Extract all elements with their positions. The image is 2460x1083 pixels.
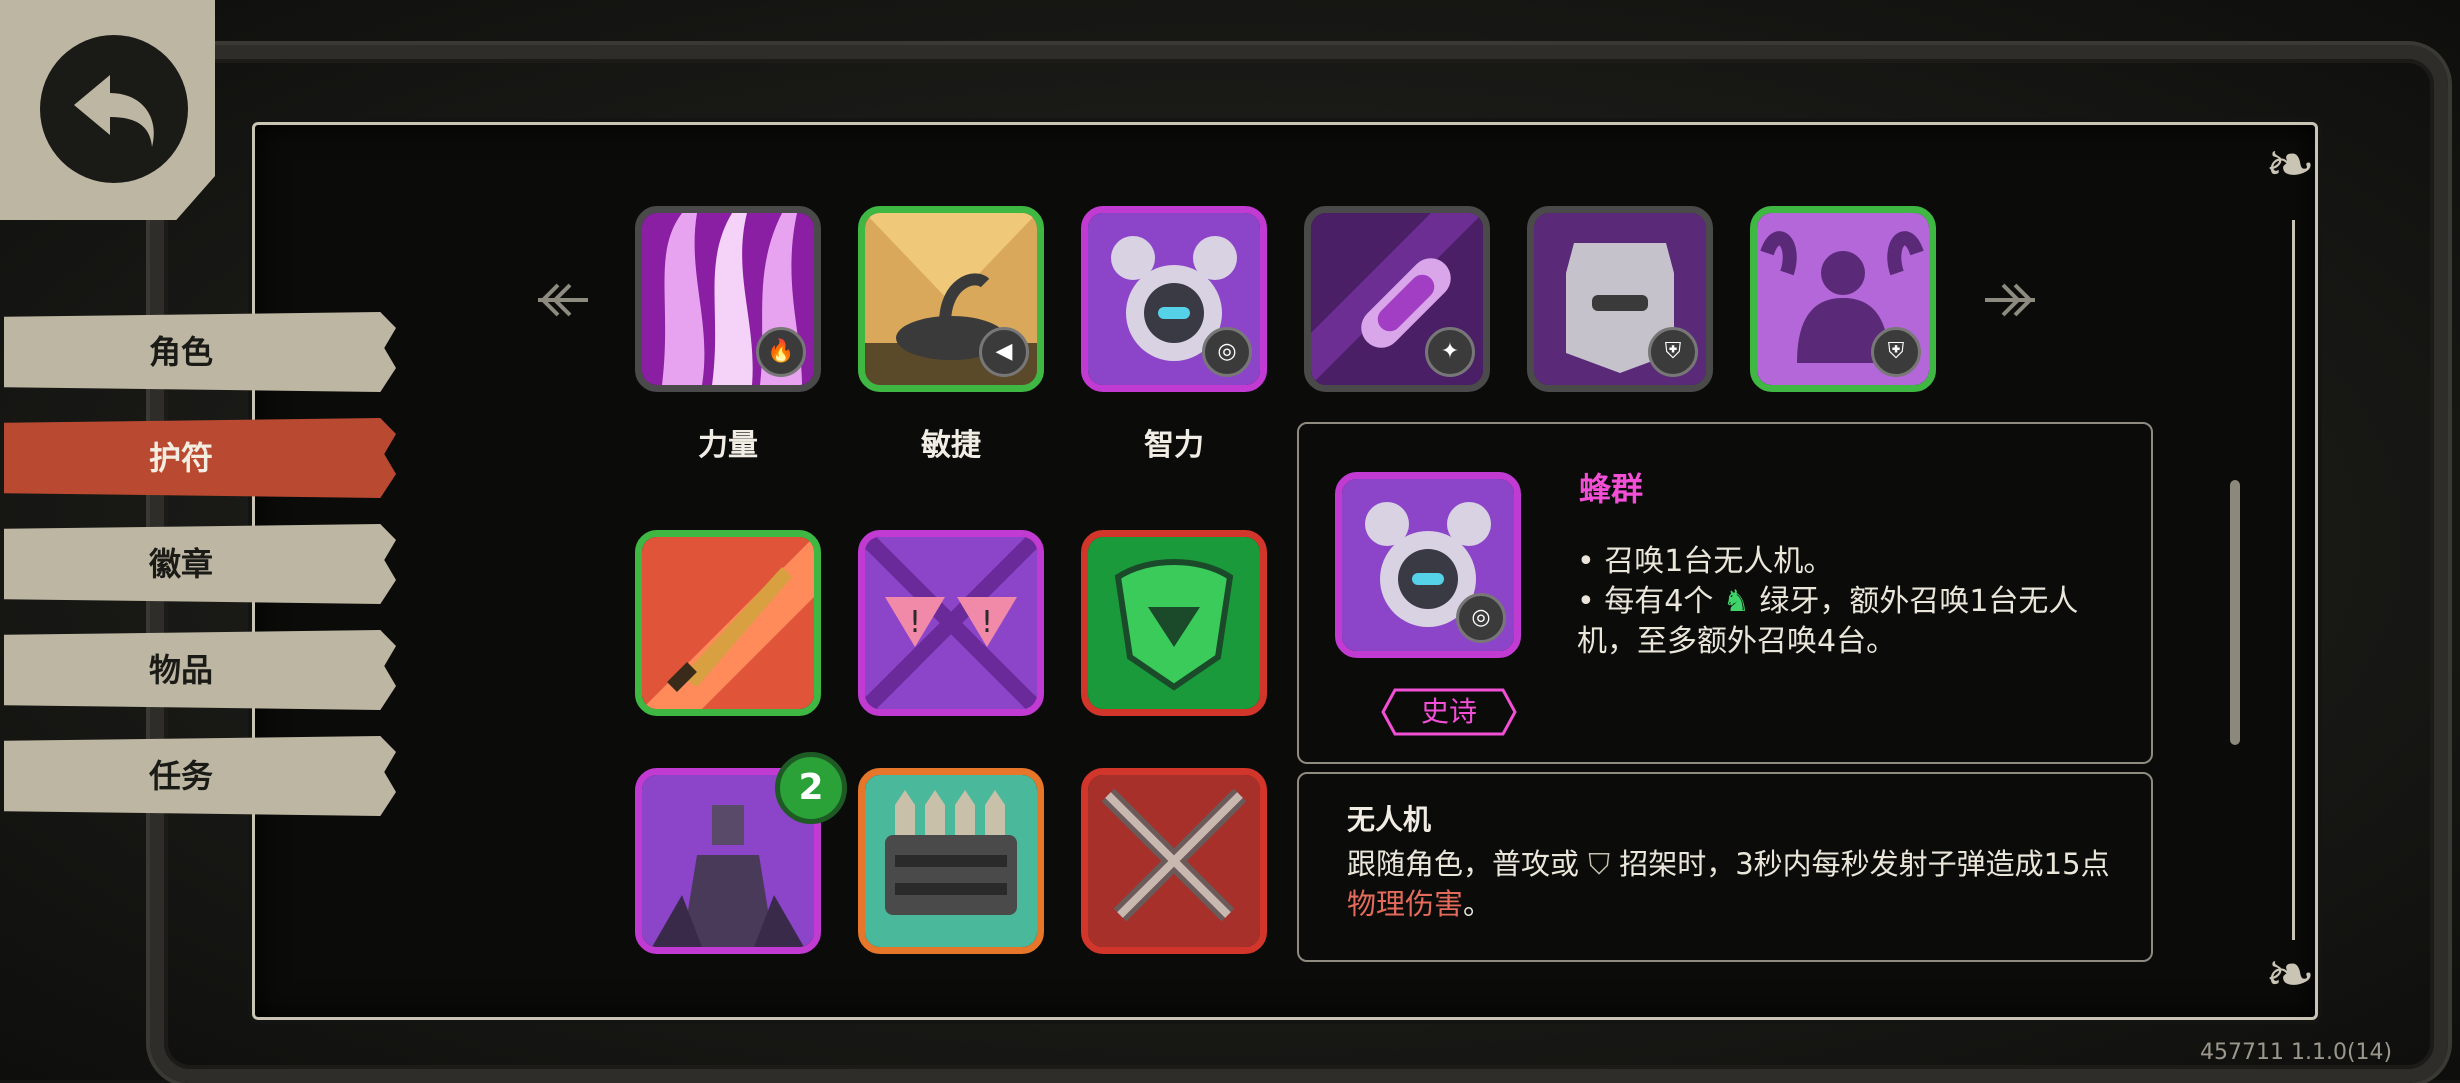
tooltip-line: • 召唤1台无人机。 bbox=[1577, 544, 1834, 579]
amulet-tile[interactable] bbox=[1081, 768, 1267, 954]
amulet-tile-intelligence[interactable]: ◎ bbox=[1081, 206, 1267, 392]
svg-text:!: ! bbox=[981, 605, 993, 640]
green-fang-icon: ♞ bbox=[1722, 584, 1750, 619]
amulet-tile-constitution-2[interactable]: ⛨ bbox=[1750, 206, 1936, 392]
stat-label-intelligence: 智力 bbox=[1144, 428, 1204, 463]
intelligence-icon: ◎ bbox=[1456, 593, 1506, 643]
effect-text: 。 bbox=[1463, 887, 1493, 921]
amulet-tile-perception[interactable]: ✦ bbox=[1304, 206, 1490, 392]
scroll-track bbox=[2292, 220, 2295, 940]
tab-label: 徽章 bbox=[149, 545, 214, 583]
rarity-tag bbox=[1381, 688, 1517, 736]
level-badge: 2 bbox=[775, 752, 847, 824]
intelligence-icon: ◎ bbox=[1202, 327, 1252, 377]
tooltip-amulet-icon: ◎ bbox=[1335, 472, 1521, 658]
tab-amulet[interactable]: 护符 bbox=[4, 418, 396, 498]
corner-ornament-icon: ❧ bbox=[2265, 130, 2316, 200]
warning-triangles-icon: ! ! bbox=[865, 537, 1037, 709]
tab-items[interactable]: 物品 bbox=[4, 630, 396, 710]
amulet-tile-constitution-1[interactable]: ⛨ bbox=[1527, 206, 1713, 392]
effect-detail: 无人机 跟随角色，普攻或 ⛉ 招架时，3秒内每秒发射子弹造成15点物理伤害。 bbox=[1297, 772, 2153, 962]
version-label: 457711 1.1.0(14) bbox=[2200, 1040, 2393, 1065]
amulet-tile-agility[interactable]: ◀ bbox=[858, 206, 1044, 392]
corner-ornament-icon: ❧ bbox=[2265, 940, 2316, 1010]
amulet-tile-strength[interactable]: 🔥 bbox=[635, 206, 821, 392]
constitution-icon: ⛨ bbox=[1648, 327, 1698, 377]
amulet-tile[interactable] bbox=[858, 768, 1044, 954]
stat-label-agility: 敏捷 bbox=[921, 428, 981, 463]
scrollbar[interactable] bbox=[2230, 480, 2240, 745]
tab-label: 任务 bbox=[149, 757, 214, 795]
shield-emblem-icon bbox=[1088, 537, 1260, 709]
svg-text:!: ! bbox=[909, 605, 921, 640]
flaming-dagger-icon bbox=[642, 537, 814, 709]
effect-text: 招架时，3秒内每秒发射子弹造成15点 bbox=[1619, 847, 2110, 881]
effect-text: 跟随角色，普攻或 bbox=[1347, 847, 1580, 881]
tooltip-line: • 每有4个 ♞ 绿牙，额外召唤1台无人机，至多额外召唤4台。 bbox=[1577, 582, 2117, 662]
amulet-tile[interactable]: ! ! bbox=[858, 530, 1044, 716]
tab-label: 角色 bbox=[149, 333, 214, 371]
amulet-tooltip: ◎ 蜂群 • 召唤1台无人机。 • 每有4个 ♞ 绿牙，额外召唤1台无人机，至多… bbox=[1297, 422, 2153, 764]
crossed-swords-icon bbox=[1088, 775, 1260, 947]
tab-quests[interactable]: 任务 bbox=[4, 736, 396, 816]
scroll-right-arrow-icon[interactable] bbox=[1975, 270, 2045, 330]
strength-icon: 🔥 bbox=[756, 327, 806, 377]
agility-icon: ◀ bbox=[979, 327, 1029, 377]
tab-label: 护符 bbox=[149, 439, 214, 477]
back-arrow-icon bbox=[74, 75, 154, 147]
amulet-tile[interactable] bbox=[1081, 530, 1267, 716]
effect-title: 无人机 bbox=[1347, 803, 1432, 836]
bullet-rack-icon bbox=[865, 775, 1037, 947]
tab-badge[interactable]: 徽章 bbox=[4, 524, 396, 604]
parry-shield-icon: ⛉ bbox=[1588, 847, 1610, 881]
tab-label: 物品 bbox=[149, 651, 214, 689]
tooltip-title: 蜂群 bbox=[1579, 470, 1644, 508]
tooltip-text: • 每有4个 bbox=[1577, 584, 1714, 619]
effect-body: 跟随角色，普攻或 ⛉ 招架时，3秒内每秒发射子弹造成15点物理伤害。 bbox=[1347, 844, 2127, 924]
amulet-tile[interactable] bbox=[635, 530, 821, 716]
perception-icon: ✦ bbox=[1425, 327, 1475, 377]
stat-label-strength: 力量 bbox=[698, 428, 758, 463]
scroll-left-arrow-icon[interactable] bbox=[528, 270, 598, 330]
tab-role[interactable]: 角色 bbox=[4, 312, 396, 392]
physical-damage-text: 物理伤害 bbox=[1347, 887, 1464, 921]
tooltip-description: • 召唤1台无人机。 • 每有4个 ♞ 绿牙，额外召唤1台无人机，至多额外召唤4… bbox=[1577, 542, 2117, 662]
back-button[interactable] bbox=[0, 0, 215, 220]
constitution-icon: ⛨ bbox=[1871, 327, 1921, 377]
